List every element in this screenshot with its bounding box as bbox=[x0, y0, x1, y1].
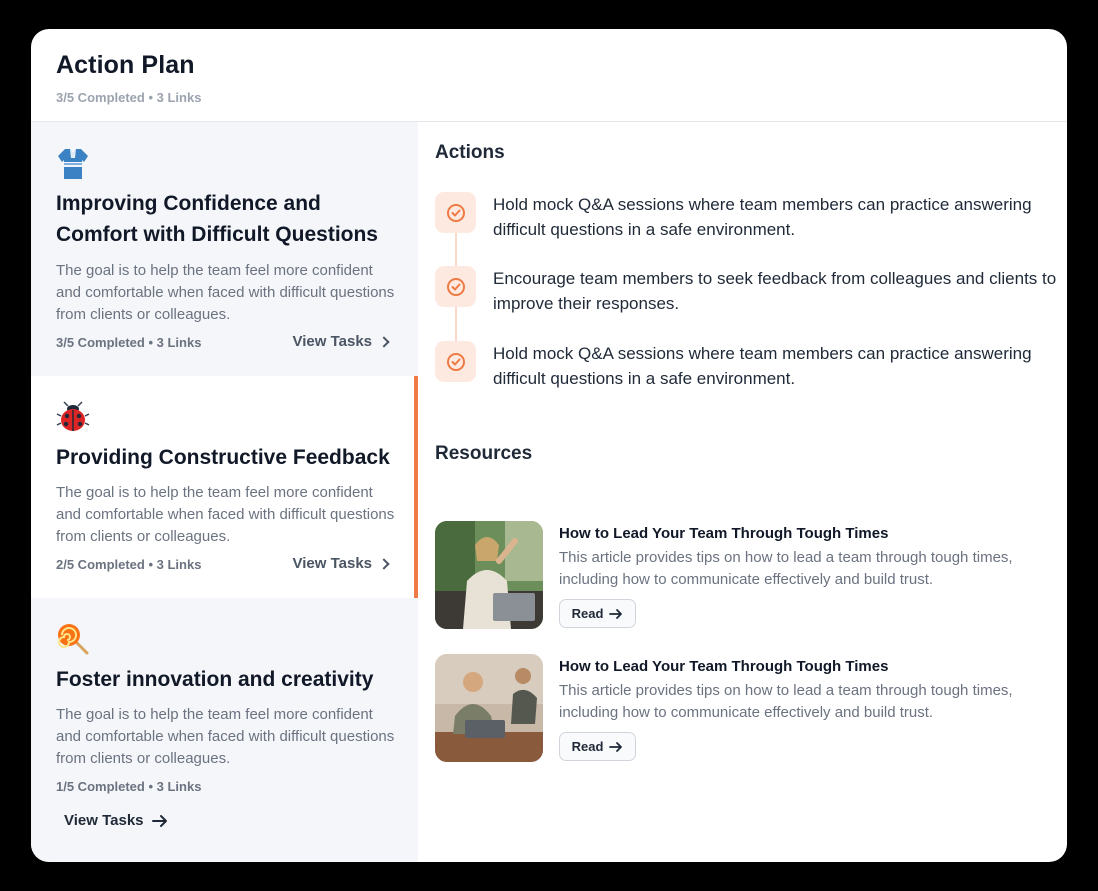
check-circle-icon bbox=[446, 203, 465, 222]
ladybug-icon bbox=[56, 400, 90, 434]
resources-heading: Resources bbox=[435, 443, 533, 464]
goal-title: Improving Confidence and Comfort with Di… bbox=[56, 192, 378, 246]
page-title: Action Plan bbox=[56, 51, 195, 79]
arrow-right-icon bbox=[151, 814, 167, 827]
goal-meta: 3/5 Completed • 3 Links bbox=[56, 335, 202, 350]
details-panel: Actions Hold mock Q&A sessions where tea… bbox=[418, 122, 1067, 862]
chevron-right-icon bbox=[378, 335, 390, 348]
view-tasks-button[interactable]: View Tasks bbox=[292, 555, 390, 572]
check-circle-icon bbox=[446, 277, 465, 296]
action-text: Encourage team members to seek feedback … bbox=[493, 269, 1057, 313]
arrow-right-icon bbox=[609, 608, 623, 619]
lollipop-icon bbox=[56, 622, 90, 656]
read-button[interactable]: Read bbox=[559, 599, 636, 628]
resource-description: This article provides tips on how to lea… bbox=[559, 682, 1013, 721]
chevron-right-icon bbox=[378, 557, 390, 570]
action-plan-card: Action Plan 3/5 Completed • 3 Links Impr… bbox=[31, 29, 1067, 862]
goals-list: Improving Confidence and Comfort with Di… bbox=[31, 122, 418, 862]
resource-thumbnail[interactable] bbox=[435, 521, 543, 629]
goal-item[interactable]: Foster innovation and creativity The goa… bbox=[31, 598, 418, 862]
page-subtitle: 3/5 Completed • 3 Links bbox=[56, 90, 202, 105]
view-tasks-button[interactable]: View Tasks bbox=[64, 812, 168, 829]
check-circle-icon bbox=[446, 352, 465, 371]
goal-meta: 1/5 Completed • 3 Links bbox=[56, 779, 202, 794]
goal-title: Providing Constructive Feedback bbox=[56, 446, 390, 469]
view-tasks-label: View Tasks bbox=[292, 555, 373, 572]
action-text: Hold mock Q&A sessions where team member… bbox=[493, 344, 1032, 388]
view-tasks-label: View Tasks bbox=[292, 333, 373, 350]
actions-heading: Actions bbox=[435, 142, 505, 163]
action-check-badge bbox=[435, 341, 476, 382]
goal-title: Foster innovation and creativity bbox=[56, 668, 374, 691]
goal-item[interactable]: Improving Confidence and Comfort with Di… bbox=[31, 122, 418, 376]
goal-description: The goal is to help the team feel more c… bbox=[56, 706, 395, 767]
read-button[interactable]: Read bbox=[559, 732, 636, 761]
read-button-label: Read bbox=[571, 739, 604, 754]
action-text: Hold mock Q&A sessions where team member… bbox=[493, 195, 1032, 239]
header: Action Plan 3/5 Completed • 3 Links bbox=[31, 29, 1067, 122]
resource-description: This article provides tips on how to lea… bbox=[559, 549, 1013, 588]
arrow-right-icon bbox=[609, 741, 623, 752]
goal-item-active[interactable]: Providing Constructive Feedback The goal… bbox=[31, 376, 418, 598]
resource-title[interactable]: How to Lead Your Team Through Tough Time… bbox=[559, 658, 888, 675]
resource-item: How to Lead Your Team Through Tough Time… bbox=[435, 654, 1055, 762]
action-check-badge bbox=[435, 192, 476, 233]
read-button-label: Read bbox=[571, 606, 604, 621]
view-tasks-button[interactable]: View Tasks bbox=[292, 333, 390, 350]
kimono-icon bbox=[56, 146, 90, 180]
resource-item: How to Lead Your Team Through Tough Time… bbox=[435, 521, 1055, 629]
goal-description: The goal is to help the team feel more c… bbox=[56, 484, 395, 545]
view-tasks-label: View Tasks bbox=[64, 812, 144, 829]
resource-title[interactable]: How to Lead Your Team Through Tough Time… bbox=[559, 525, 888, 542]
action-check-badge bbox=[435, 266, 476, 307]
goal-description: The goal is to help the team feel more c… bbox=[56, 262, 395, 323]
goal-meta: 2/5 Completed • 3 Links bbox=[56, 557, 202, 572]
resource-thumbnail[interactable] bbox=[435, 654, 543, 762]
